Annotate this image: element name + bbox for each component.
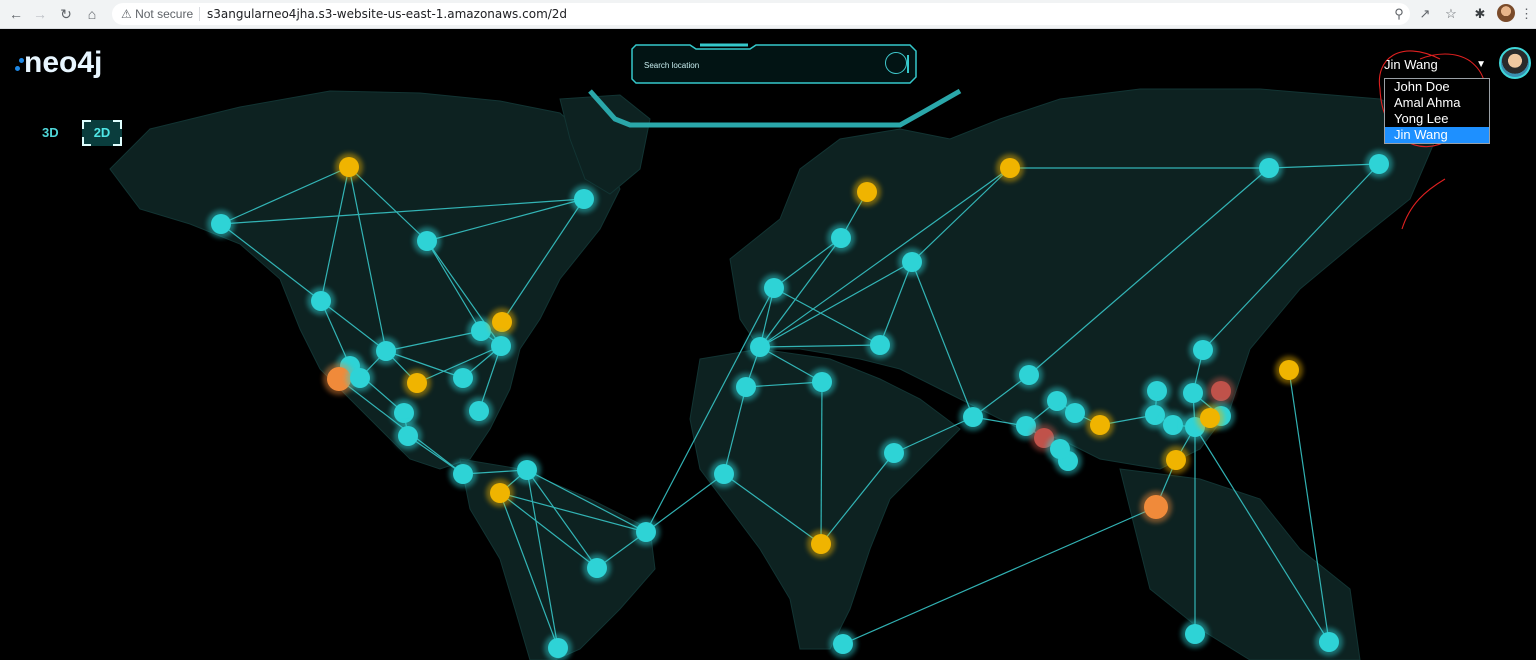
avatar[interactable] bbox=[1499, 47, 1531, 79]
user-dropdown-list: John Doe Amal Ahma Yong Lee Jin Wang bbox=[1384, 78, 1490, 144]
view-mode-2d-button[interactable]: 2D bbox=[82, 120, 122, 146]
location-node[interactable] bbox=[880, 439, 908, 467]
user-select-value: Jin Wang bbox=[1384, 57, 1438, 72]
location-node[interactable] bbox=[1140, 491, 1172, 523]
logo-dots-icon bbox=[14, 53, 24, 75]
location-node[interactable] bbox=[853, 178, 881, 206]
location-node[interactable] bbox=[866, 331, 894, 359]
location-node[interactable] bbox=[1365, 150, 1393, 178]
menu-icon[interactable]: ⋮ bbox=[1520, 5, 1533, 23]
location-node[interactable] bbox=[465, 397, 493, 425]
bracket-corner bbox=[113, 137, 122, 146]
location-node[interactable] bbox=[1196, 404, 1224, 432]
zoom-icon[interactable]: ⚲ bbox=[1390, 5, 1408, 23]
location-node[interactable] bbox=[829, 630, 857, 658]
location-node[interactable] bbox=[413, 227, 441, 255]
profile-icon[interactable] bbox=[1497, 4, 1515, 22]
user-option[interactable]: Amal Ahma bbox=[1385, 95, 1489, 111]
location-node[interactable] bbox=[1179, 379, 1207, 407]
location-node[interactable] bbox=[710, 460, 738, 488]
search-icon[interactable] bbox=[885, 52, 907, 74]
location-node[interactable] bbox=[1275, 356, 1303, 384]
north-america-land bbox=[109, 90, 621, 470]
location-node[interactable] bbox=[372, 337, 400, 365]
location-node[interactable] bbox=[513, 456, 541, 484]
bracket-corner bbox=[82, 137, 91, 146]
location-node[interactable] bbox=[570, 185, 598, 213]
location-node[interactable] bbox=[307, 287, 335, 315]
location-node[interactable] bbox=[487, 332, 515, 360]
location-node[interactable] bbox=[1086, 411, 1114, 439]
location-node[interactable] bbox=[207, 210, 235, 238]
bracket-corner bbox=[82, 120, 91, 129]
bracket-corner bbox=[113, 120, 122, 129]
location-node[interactable] bbox=[583, 554, 611, 582]
star-icon[interactable]: ☆ bbox=[1442, 5, 1460, 23]
user-option[interactable]: John Doe bbox=[1385, 79, 1489, 95]
network-edge bbox=[842, 506, 1157, 645]
location-node[interactable] bbox=[1143, 377, 1171, 405]
location-node[interactable] bbox=[394, 422, 422, 450]
world-map[interactable] bbox=[0, 29, 1536, 660]
location-node[interactable] bbox=[808, 368, 836, 396]
security-indicator[interactable]: ⚠ Not secure bbox=[121, 5, 193, 23]
location-node[interactable] bbox=[898, 248, 926, 276]
browser-toolbar: ← → ↻ ⌂ ⚠ Not secure s3angularneo4jha.s3… bbox=[0, 0, 1536, 29]
land-masses bbox=[109, 88, 1441, 660]
location-node[interactable] bbox=[486, 479, 514, 507]
view-mode-3d-button[interactable]: 3D bbox=[42, 125, 59, 140]
user-option[interactable]: Yong Lee bbox=[1385, 111, 1489, 127]
location-node[interactable] bbox=[807, 530, 835, 558]
location-node[interactable] bbox=[1315, 628, 1343, 656]
location-node[interactable] bbox=[1162, 446, 1190, 474]
chevron-down-icon: ▼ bbox=[1476, 59, 1486, 70]
location-node[interactable] bbox=[346, 364, 374, 392]
map-app: neo4j 3D 2D Jin Wang ▼ John Doe Amal Ahm… bbox=[0, 29, 1536, 660]
back-icon[interactable]: ← bbox=[6, 4, 26, 24]
location-node[interactable] bbox=[632, 518, 660, 546]
reload-icon[interactable]: ↻ bbox=[56, 4, 76, 24]
location-node[interactable] bbox=[403, 369, 431, 397]
extensions-icon[interactable]: ✱ bbox=[1471, 5, 1489, 23]
home-icon[interactable]: ⌂ bbox=[82, 4, 102, 24]
location-node[interactable] bbox=[760, 274, 788, 302]
location-node[interactable] bbox=[488, 308, 516, 336]
location-node[interactable] bbox=[996, 154, 1024, 182]
location-node[interactable] bbox=[1189, 336, 1217, 364]
user-option-selected[interactable]: Jin Wang bbox=[1385, 127, 1489, 143]
location-node[interactable] bbox=[746, 333, 774, 361]
location-node[interactable] bbox=[449, 364, 477, 392]
view-mode-2d-label: 2D bbox=[93, 125, 111, 140]
address-separator bbox=[199, 7, 200, 21]
location-node[interactable] bbox=[959, 403, 987, 431]
location-node[interactable] bbox=[1255, 154, 1283, 182]
network-edge bbox=[645, 473, 725, 533]
security-label: Not secure bbox=[135, 7, 194, 21]
location-node[interactable] bbox=[1061, 399, 1089, 427]
forward-icon[interactable]: → bbox=[30, 4, 50, 24]
user-select[interactable]: Jin Wang ▼ bbox=[1384, 55, 1490, 75]
location-node[interactable] bbox=[1015, 361, 1043, 389]
location-node[interactable] bbox=[732, 373, 760, 401]
share-icon[interactable]: ↗ bbox=[1416, 5, 1434, 23]
url-text[interactable]: s3angularneo4jha.s3-website-us-east-1.am… bbox=[207, 5, 567, 23]
neo4j-logo: neo4j bbox=[14, 47, 102, 79]
logo-text: neo4j bbox=[24, 46, 103, 79]
search-input[interactable] bbox=[642, 55, 876, 75]
location-node[interactable] bbox=[827, 224, 855, 252]
location-node[interactable] bbox=[335, 153, 363, 181]
location-node[interactable] bbox=[449, 460, 477, 488]
location-node[interactable] bbox=[1046, 435, 1074, 463]
location-node[interactable] bbox=[1207, 377, 1235, 405]
search-box bbox=[630, 43, 918, 85]
location-node[interactable] bbox=[1181, 620, 1209, 648]
